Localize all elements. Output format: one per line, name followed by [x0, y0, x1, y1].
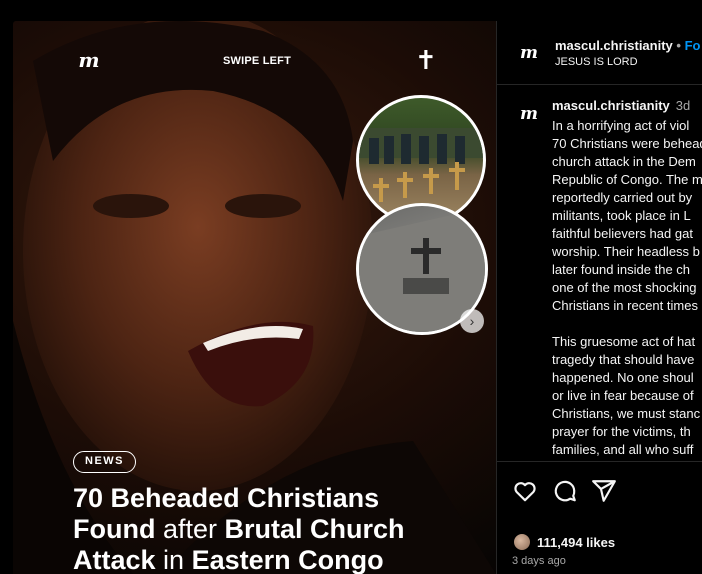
header-username[interactable]: mascul.christianity	[555, 38, 673, 53]
caption-avatar[interactable]: m	[515, 101, 541, 127]
cross-icon: ✝	[415, 46, 437, 76]
caption-time: 3d	[675, 98, 691, 113]
likes-row: 111,494 likes	[513, 533, 615, 551]
heart-icon[interactable]	[512, 478, 538, 504]
caption-username[interactable]: mascul.christianity	[552, 98, 670, 113]
share-icon[interactable]	[591, 478, 617, 504]
header-username-row: mascul.christianity • Fo	[555, 38, 700, 53]
follow-button[interactable]: Fo	[685, 38, 701, 53]
post-header: m mascul.christianity • Fo JESUS IS LORD	[497, 21, 702, 85]
action-bar: 111,494 likes 3 days ago	[497, 461, 702, 574]
swipe-hint: SWIPE LEFT	[223, 55, 291, 67]
top-edge	[0, 0, 702, 21]
separator-dot: •	[676, 38, 681, 53]
caption-text: In a horrifying act of viol 70 Christian…	[552, 118, 702, 457]
headline-part: Attack	[73, 545, 156, 574]
headline: 70 Beheaded Christians Found after Bruta…	[73, 483, 493, 574]
comment-icon[interactable]	[552, 478, 578, 504]
account-avatar[interactable]: m	[515, 40, 541, 66]
next-slide-button[interactable]: ›	[460, 309, 484, 333]
news-badge: NEWS	[73, 451, 136, 473]
brand-logo-icon: m	[78, 48, 99, 72]
headline-part: after	[155, 514, 225, 544]
headline-part: in	[155, 545, 192, 574]
headline-part: Found	[73, 514, 156, 544]
post-time-ago[interactable]: 3 days ago	[512, 555, 566, 567]
likes-count[interactable]: 111,494 likes	[537, 535, 615, 550]
caption-header: mascul.christianity 3d	[552, 98, 690, 113]
post-details-panel: m mascul.christianity • Fo JESUS IS LORD…	[496, 21, 702, 574]
post-image[interactable]: m SWIPE LEFT ✝ › NEWS 70 Beheaded Christ…	[13, 21, 496, 574]
headline-part: Brutal Church	[224, 514, 405, 544]
headline-part: 70 Beheaded Christians	[73, 483, 380, 513]
header-subtitle: JESUS IS LORD	[555, 56, 638, 68]
liker-avatar[interactable]	[513, 533, 531, 551]
headline-part: Eastern Congo	[191, 545, 384, 574]
